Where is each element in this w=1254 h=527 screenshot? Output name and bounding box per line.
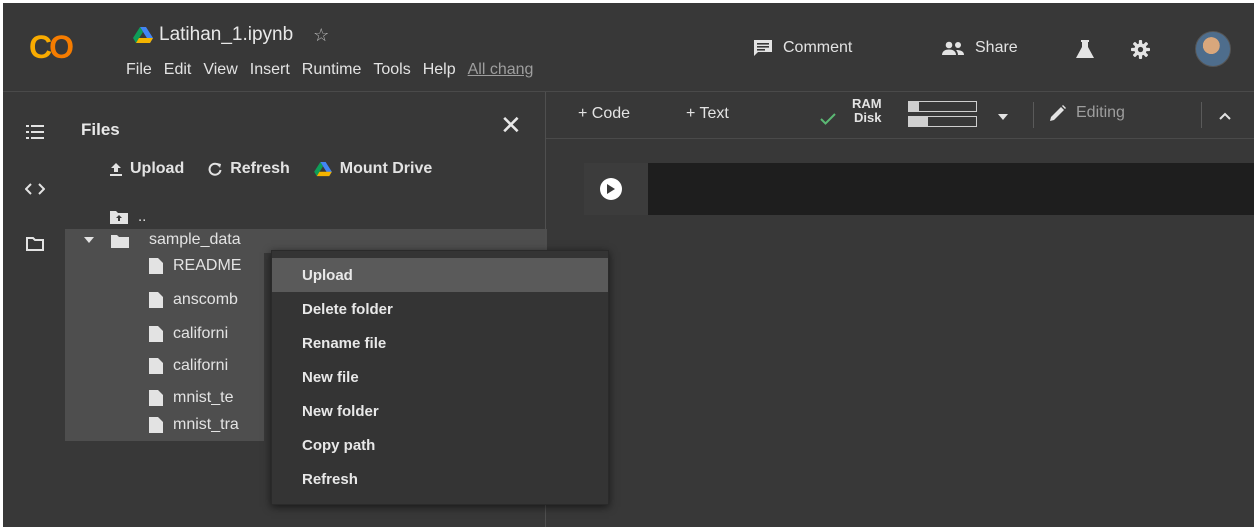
menu-view[interactable]: View: [197, 61, 243, 79]
file-name: mnist_te: [173, 389, 234, 406]
folder-name: sample_data: [149, 231, 241, 248]
mount-drive-label: Mount Drive: [339, 160, 433, 177]
close-icon[interactable]: ✕: [500, 110, 522, 141]
notebook-title-row: Latihan_1.ipynb ☆: [133, 24, 329, 46]
share-button[interactable]: Share: [941, 39, 1018, 57]
menu-tools[interactable]: Tools: [367, 61, 416, 79]
settings-gear-icon[interactable]: [1131, 40, 1150, 59]
editing-mode-button[interactable]: Editing: [1050, 104, 1125, 122]
folder-up-icon: [110, 210, 128, 224]
file-icon: [149, 326, 163, 342]
context-menu-refresh[interactable]: Refresh: [272, 462, 608, 496]
menu-insert[interactable]: Insert: [244, 61, 296, 79]
comment-icon: [754, 40, 772, 56]
google-drive-icon: [313, 161, 332, 176]
context-menu-new-file[interactable]: New file: [272, 360, 608, 394]
toolbar-divider: [546, 138, 1254, 139]
share-label: Share: [975, 39, 1018, 56]
code-cell[interactable]: [584, 163, 1254, 215]
folder-contents: README anscomb californi californi mnist…: [65, 253, 264, 441]
files-panel-title: Files: [81, 120, 120, 139]
check-icon: [820, 113, 836, 125]
people-icon: [942, 41, 964, 55]
files-folder-icon[interactable]: [25, 234, 45, 254]
caret-down-icon[interactable]: [84, 237, 94, 243]
files-action-bar: Upload Refresh Mount Drive: [110, 160, 432, 178]
pencil-icon: [1050, 105, 1066, 121]
chevron-down-icon[interactable]: [998, 114, 1008, 120]
refresh-icon: [208, 162, 222, 176]
context-menu: Upload Delete folder Rename file New fil…: [271, 250, 609, 505]
menu-file[interactable]: File: [120, 61, 158, 79]
disk-usage-bar: [908, 116, 977, 127]
file-item[interactable]: californi: [149, 325, 269, 343]
file-name: mnist_tra: [173, 416, 239, 433]
table-of-contents-icon[interactable]: [25, 122, 45, 142]
file-icon: [149, 390, 163, 406]
menu-runtime[interactable]: Runtime: [296, 61, 368, 79]
upload-label: Upload: [130, 160, 185, 177]
refresh-button[interactable]: Refresh: [208, 160, 290, 178]
ram-usage-bar: [908, 101, 977, 112]
upload-icon: [110, 162, 122, 176]
user-avatar[interactable]: [1195, 31, 1231, 67]
mount-drive-button[interactable]: Mount Drive: [313, 160, 433, 178]
toolbar-separator: [1201, 102, 1202, 128]
parent-directory-label: ..: [138, 208, 147, 225]
disk-label: Disk: [854, 110, 882, 125]
file-name: californi: [173, 357, 229, 374]
context-menu-upload[interactable]: Upload: [272, 258, 608, 292]
editing-label: Editing: [1076, 104, 1125, 121]
file-item[interactable]: mnist_te: [149, 389, 269, 407]
cell-gutter: [584, 163, 648, 215]
add-text-button[interactable]: + Text: [686, 105, 729, 123]
file-icon: [149, 417, 163, 433]
parent-directory-item[interactable]: ..: [110, 208, 146, 225]
star-icon[interactable]: ☆: [313, 25, 329, 46]
refresh-label: Refresh: [230, 160, 290, 177]
file-item[interactable]: anscomb: [149, 291, 269, 309]
menu-edit[interactable]: Edit: [158, 61, 198, 79]
file-item[interactable]: README: [149, 257, 269, 275]
file-icon: [149, 258, 163, 274]
folder-icon: [111, 235, 129, 248]
file-item[interactable]: californi: [149, 357, 269, 375]
notebook-toolbar: + Code + Text RAM Disk Editing: [546, 92, 1254, 138]
header: CO Latihan_1.ipynb ☆ File Edit View Inse…: [3, 3, 1254, 91]
context-menu-rename-file[interactable]: Rename file: [272, 326, 608, 360]
context-menu-copy-path[interactable]: Copy path: [272, 428, 608, 462]
colab-window: CO Latihan_1.ipynb ☆ File Edit View Inse…: [3, 3, 1254, 527]
flask-icon[interactable]: [1076, 40, 1094, 58]
comment-button[interactable]: Comment: [753, 39, 852, 57]
resources-indicator[interactable]: RAM Disk: [820, 96, 1020, 134]
notebook-title[interactable]: Latihan_1.ipynb: [159, 24, 293, 46]
file-icon: [149, 292, 163, 308]
context-menu-new-folder[interactable]: New folder: [272, 394, 608, 428]
file-name: anscomb: [173, 291, 238, 308]
menu-bar: File Edit View Insert Runtime Tools Help…: [120, 61, 539, 79]
context-menu-delete-folder[interactable]: Delete folder: [272, 292, 608, 326]
comment-label: Comment: [783, 39, 853, 56]
file-name: californi: [173, 325, 229, 342]
side-icon-rail: [3, 92, 65, 527]
all-changes-link[interactable]: All chang: [462, 61, 540, 79]
code-snippets-icon[interactable]: [25, 179, 45, 199]
add-code-button[interactable]: + Code: [578, 105, 630, 123]
ram-label: RAM: [852, 96, 882, 111]
toolbar-separator: [1033, 102, 1034, 128]
google-drive-icon: [133, 26, 153, 43]
ram-usage-fill: [909, 102, 920, 111]
play-icon: [607, 184, 615, 194]
run-cell-button[interactable]: [600, 178, 622, 200]
menu-help[interactable]: Help: [417, 61, 462, 79]
file-name: README: [173, 257, 242, 274]
chevron-up-icon[interactable]: [1219, 112, 1231, 120]
upload-button[interactable]: Upload: [110, 160, 184, 178]
file-icon: [149, 358, 163, 374]
disk-usage-fill: [909, 117, 928, 126]
file-item[interactable]: mnist_tra: [149, 416, 269, 434]
colab-logo[interactable]: CO: [29, 29, 74, 66]
